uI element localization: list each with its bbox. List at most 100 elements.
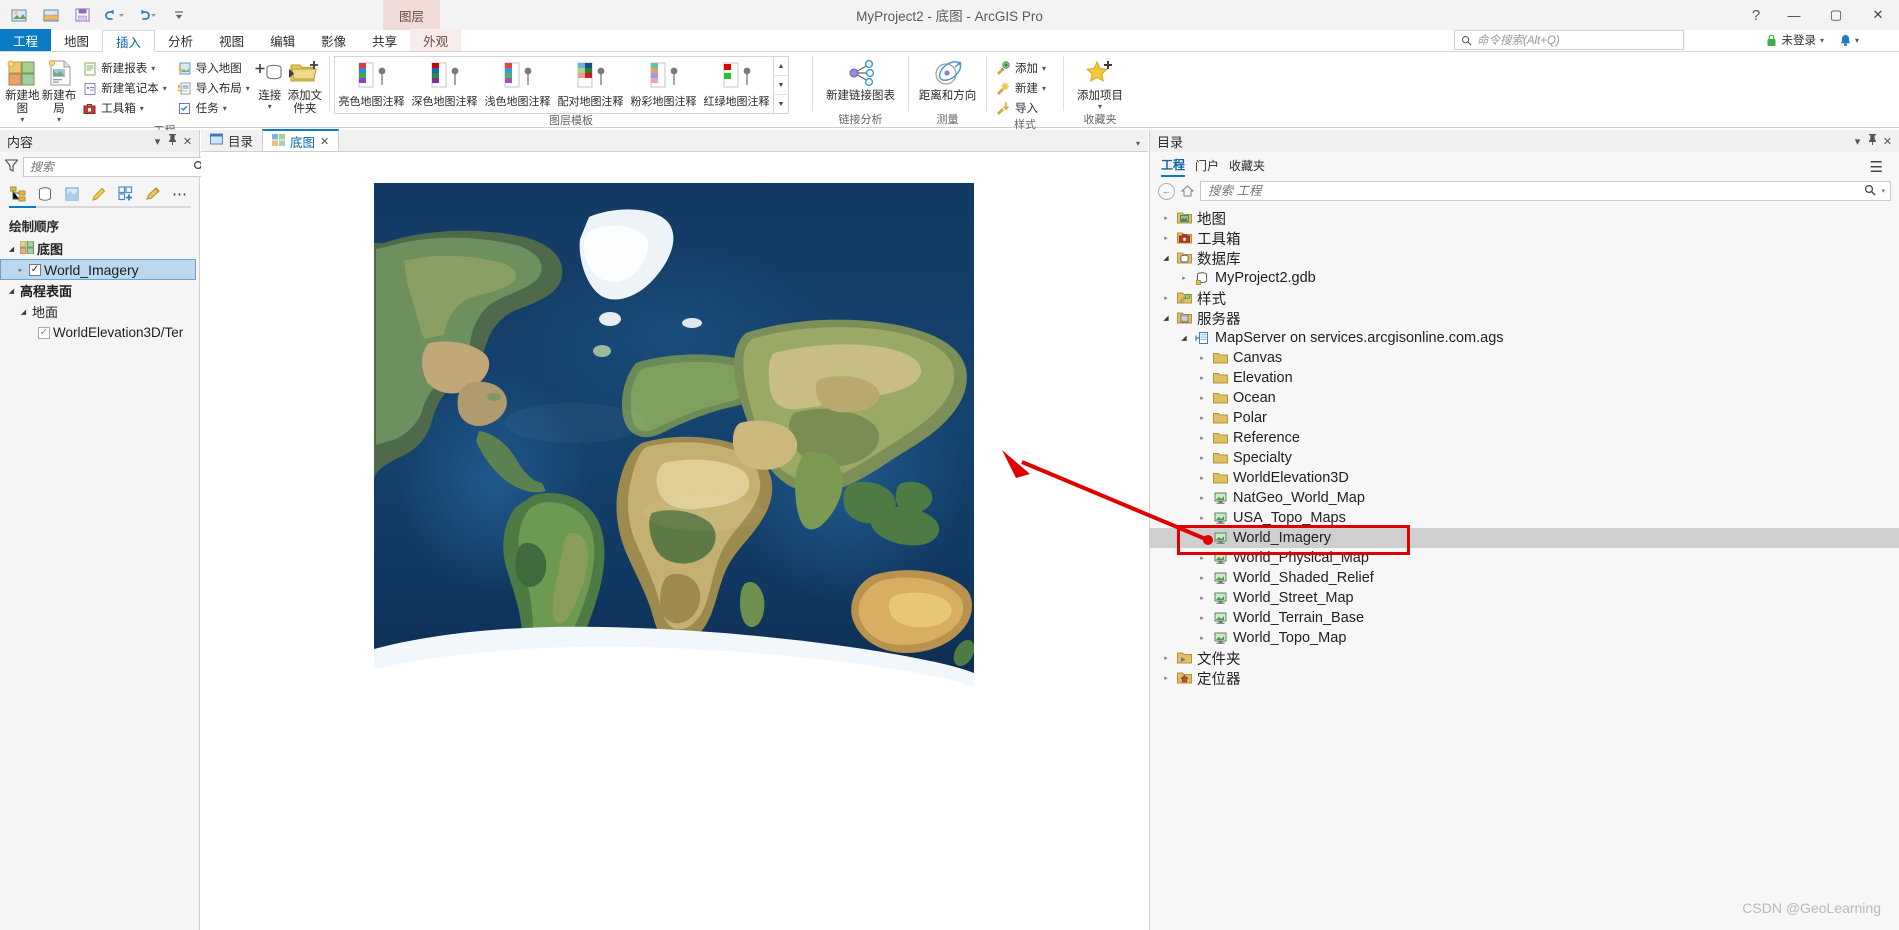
expand-arrow-icon[interactable]: ▸: [1160, 674, 1172, 682]
customize-qat-icon[interactable]: [168, 4, 190, 26]
list-by-labeling-icon[interactable]: [144, 184, 162, 204]
expand-arrow-icon[interactable]: ▸: [1196, 454, 1208, 462]
list-by-data-source-icon[interactable]: [36, 184, 54, 204]
import-map-button[interactable]: 导入地图: [172, 58, 255, 78]
view-tab-close-icon[interactable]: ✕: [320, 135, 329, 148]
catalog-row-elevation[interactable]: ▸ Elevation: [1150, 368, 1899, 388]
expand-arrow-icon[interactable]: ▸: [1196, 394, 1208, 402]
redo-icon[interactable]: [136, 4, 158, 26]
contents-search-input[interactable]: [28, 159, 189, 175]
catalog-row-specialty[interactable]: ▸ Specialty: [1150, 448, 1899, 468]
expand-arrow-icon[interactable]: ▸: [1160, 294, 1172, 302]
chevron-down-icon[interactable]: ▾: [1820, 36, 1824, 45]
expand-arrow-icon[interactable]: ▸: [1196, 354, 1208, 362]
catalog-row-usa-topo-maps[interactable]: ▸ USA_Topo_Maps: [1150, 508, 1899, 528]
expand-arrow-icon[interactable]: ▸: [1196, 374, 1208, 382]
back-icon[interactable]: ←: [1158, 182, 1175, 200]
catalog-tab-favorites[interactable]: 收藏夹: [1229, 157, 1265, 176]
catalog-row-canvas[interactable]: ▸ Canvas: [1150, 348, 1899, 368]
catalog-row-myproject2-gdb[interactable]: ▸ MyProject2.gdb: [1150, 268, 1899, 288]
gallery-item-paired[interactable]: 配对地图注释: [554, 57, 627, 113]
chevron-down-icon[interactable]: ▾: [163, 84, 167, 93]
tab-insert[interactable]: 插入: [102, 30, 156, 52]
gallery-item-redgreen[interactable]: 红绿地图注释: [700, 57, 773, 113]
catalog-row-world-physical-map[interactable]: ▸ World_Physical_Map: [1150, 548, 1899, 568]
new-map-button[interactable]: 新建地图 ▾: [4, 55, 41, 124]
tab-analysis[interactable]: 分析: [155, 29, 206, 51]
list-by-editing-icon[interactable]: [90, 184, 108, 204]
add-favorite-button[interactable]: 添加项目 ▾: [1068, 55, 1132, 111]
chevron-down-icon[interactable]: ▾: [1042, 64, 1046, 73]
toolbox-button[interactable]: 工具箱 ▾: [77, 98, 172, 118]
list-by-snapping-icon[interactable]: [117, 184, 135, 204]
gallery-scroll-more[interactable]: ▼: [774, 95, 788, 113]
import-layout-button[interactable]: 导入布局 ▾: [172, 78, 255, 98]
catalog-row-folders[interactable]: ▸ 文件夹: [1150, 648, 1899, 668]
catalog-row-servers[interactable]: ◢ 服务器: [1150, 308, 1899, 328]
minimize-button[interactable]: —: [1773, 0, 1815, 30]
close-button[interactable]: ✕: [1857, 0, 1899, 30]
expand-arrow-icon[interactable]: ▸: [1196, 494, 1208, 502]
expand-arrow-icon[interactable]: ▸: [1160, 214, 1172, 222]
list-by-drawing-order-icon[interactable]: [9, 184, 27, 204]
catalog-row-polar[interactable]: ▸ Polar: [1150, 408, 1899, 428]
contents-item-ground[interactable]: ◢ 地面: [0, 301, 199, 322]
contents-item-world-imagery[interactable]: ▸ ✓ World_Imagery: [0, 259, 196, 280]
chevron-down-icon[interactable]: ▾: [57, 116, 61, 124]
catalog-search-caret-icon[interactable]: ▾: [1881, 187, 1885, 195]
notifications-button[interactable]: ▾: [1838, 30, 1859, 50]
open-project-icon[interactable]: [40, 4, 62, 26]
expand-arrow-icon[interactable]: ▸: [1196, 614, 1208, 622]
layer-visibility-checkbox[interactable]: ✓: [29, 263, 41, 276]
add-folder-button[interactable]: 添加文件夹: [285, 55, 325, 116]
gallery-scrollbar[interactable]: ▲ ▼ ▼: [773, 57, 788, 113]
chevron-down-icon[interactable]: ▾: [1042, 84, 1046, 93]
tab-view[interactable]: 视图: [206, 29, 257, 51]
gallery-item-pastel[interactable]: 粉彩地图注释: [627, 57, 700, 113]
chevron-down-icon[interactable]: ▾: [246, 84, 250, 93]
map-view[interactable]: [201, 152, 1148, 930]
maximize-button[interactable]: ▢: [1815, 0, 1857, 30]
world-imagery-basemap[interactable]: [374, 183, 974, 710]
expand-arrow-icon[interactable]: ▸: [1196, 534, 1208, 542]
connection-button[interactable]: 连接 ▾: [255, 55, 285, 111]
elevation-visibility-checkbox[interactable]: ✓: [38, 326, 50, 339]
filter-icon[interactable]: [4, 159, 19, 175]
chevron-down-icon[interactable]: ▾: [268, 103, 272, 111]
expand-arrow-icon[interactable]: ▸: [1178, 274, 1190, 282]
catalog-row-reference[interactable]: ▸ Reference: [1150, 428, 1899, 448]
tab-imagery[interactable]: 影像: [308, 29, 359, 51]
catalog-tab-portal[interactable]: 门户: [1195, 157, 1219, 176]
new-link-chart-button[interactable]: 新建链接图表: [817, 55, 904, 103]
expand-arrow-icon[interactable]: ▸: [1196, 414, 1208, 422]
contents-pin-icon[interactable]: [165, 134, 180, 148]
new-notebook-button[interactable]: 新建笔记本 ▾: [77, 78, 172, 98]
contents-dropdown-icon[interactable]: ▾: [150, 135, 165, 148]
help-icon[interactable]: ?: [1739, 0, 1773, 30]
expand-arrow-icon[interactable]: ▸: [1196, 634, 1208, 642]
expand-arrow-icon[interactable]: ▸: [1196, 474, 1208, 482]
catalog-search-input[interactable]: [1206, 183, 1860, 199]
gallery-scroll-down[interactable]: ▼: [774, 76, 788, 95]
tab-share[interactable]: 共享: [359, 29, 410, 51]
expand-arrow-icon[interactable]: ▸: [1160, 654, 1172, 662]
gallery-item-dark[interactable]: 深色地图注释: [408, 57, 481, 113]
catalog-search-box[interactable]: ▾: [1200, 181, 1891, 201]
chevron-down-icon[interactable]: ▾: [1098, 103, 1102, 111]
contents-item-worldelevation3d[interactable]: ✓ WorldElevation3D/Ter: [0, 322, 199, 343]
expand-arrow-icon[interactable]: ▸: [1196, 514, 1208, 522]
catalog-close-icon[interactable]: ✕: [1880, 135, 1895, 148]
catalog-row-world-imagery[interactable]: ▸ World_Imagery: [1150, 528, 1899, 548]
expand-arrow-icon[interactable]: ▸: [1196, 554, 1208, 562]
catalog-dropdown-icon[interactable]: ▾: [1850, 135, 1865, 148]
expand-arrow-open-icon[interactable]: ◢: [1178, 334, 1190, 342]
command-search-box[interactable]: 命令搜索(Alt+Q): [1454, 30, 1684, 50]
expand-arrow-open-icon-2[interactable]: ◢: [6, 287, 17, 295]
catalog-row-mapserver-connection[interactable]: ◢ MapServer on services.arcgisonline.com…: [1150, 328, 1899, 348]
undo-icon[interactable]: [104, 4, 126, 26]
view-tab-basemap[interactable]: 底图 ✕: [262, 129, 340, 151]
view-tab-catalog[interactable]: 目录: [201, 129, 262, 151]
distance-direction-button[interactable]: 距离和方向: [913, 55, 982, 103]
tab-project[interactable]: 工程: [0, 29, 52, 51]
expand-arrow-open-icon[interactable]: ◢: [1160, 314, 1172, 322]
